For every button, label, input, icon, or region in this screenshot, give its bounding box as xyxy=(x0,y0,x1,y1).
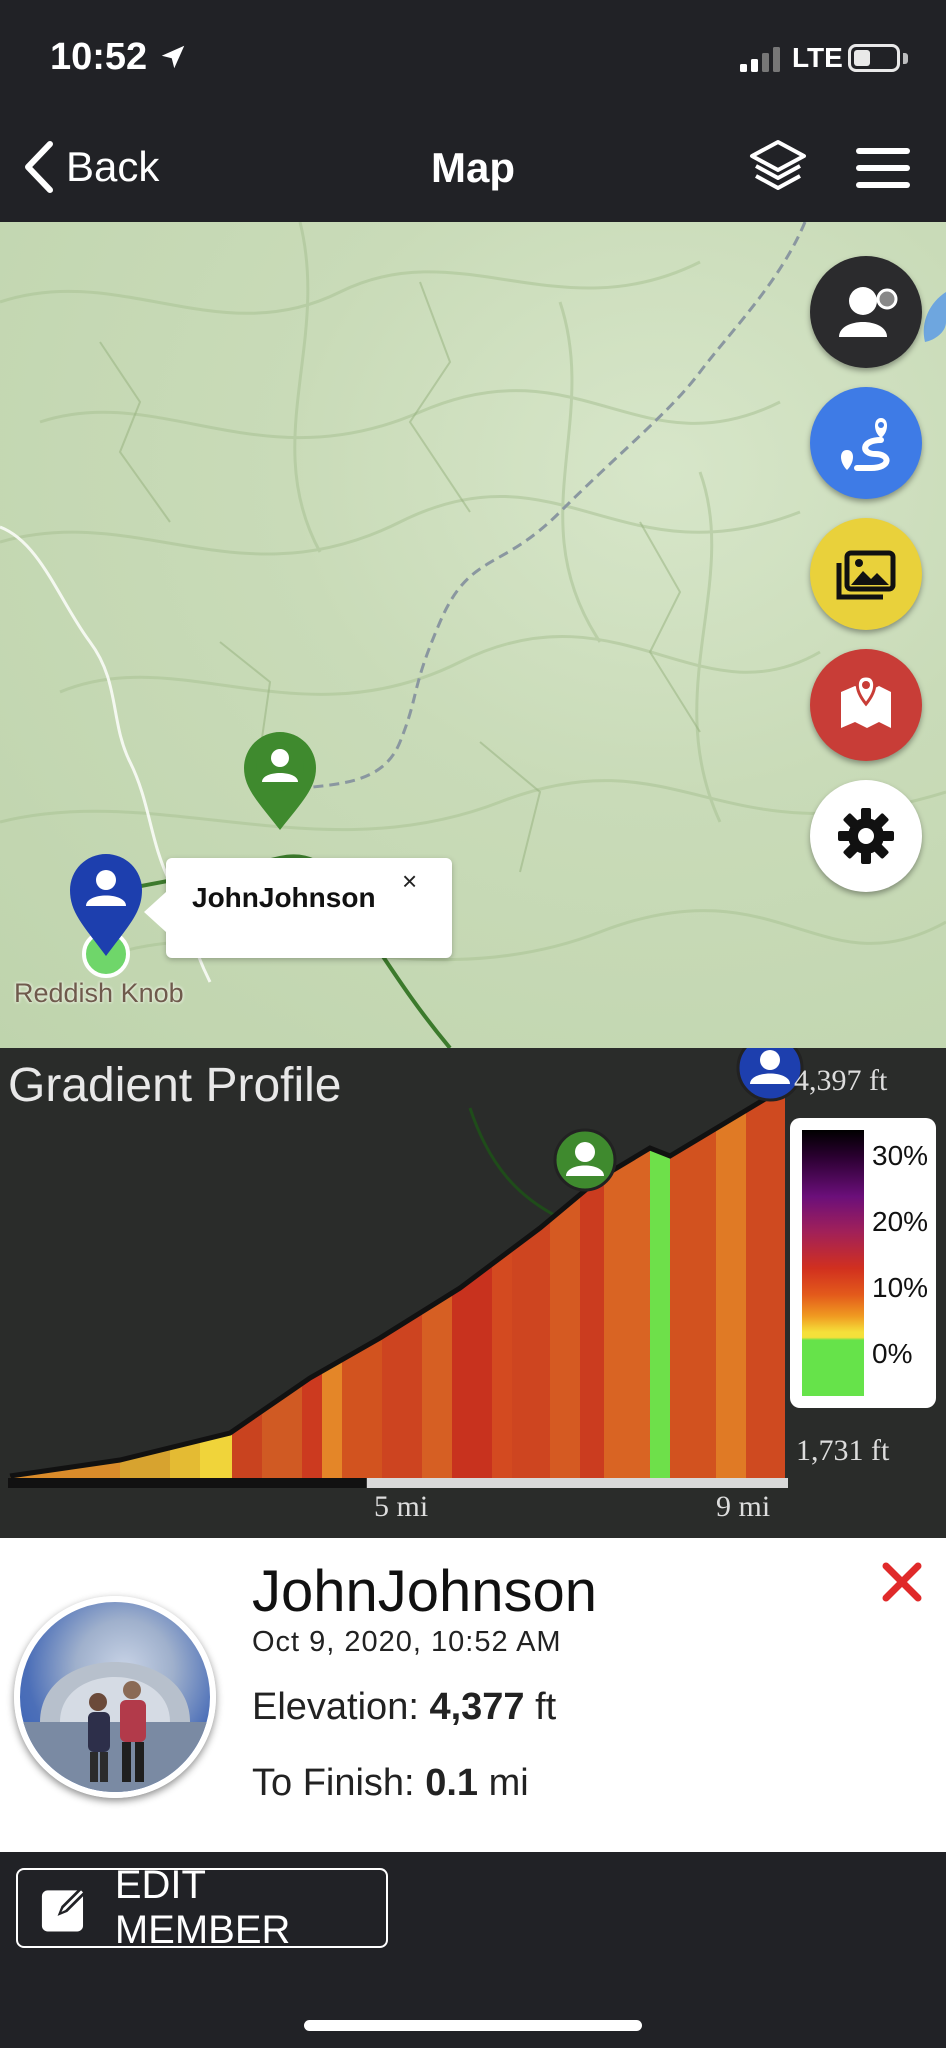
nav-bar: Back Map xyxy=(0,120,946,222)
distance-tick-9: 9 mi xyxy=(716,1490,771,1523)
route-button[interactable] xyxy=(810,387,922,499)
gradient-legend: 30% 20% 10% 0% xyxy=(790,1118,936,1408)
map-marker-icon xyxy=(841,674,891,728)
place-label: Reddish Knob xyxy=(14,978,184,1008)
status-bar: 10:52 LTE xyxy=(0,0,946,120)
settings-button[interactable] xyxy=(810,780,922,892)
profile-member-marker-green xyxy=(553,1128,617,1192)
legend-label-0: 0% xyxy=(872,1338,913,1369)
member-pin-green xyxy=(244,732,316,830)
map-view[interactable]: Reddish Knob JohnJohnson × xyxy=(0,222,946,1048)
edit-icon xyxy=(41,1886,87,1932)
bottom-bar: EDIT MEMBER xyxy=(0,1852,946,2048)
location-arrow-icon xyxy=(161,45,185,69)
person-icon xyxy=(839,287,898,337)
status-time: 10:52 xyxy=(50,36,148,78)
edit-member-label: EDIT MEMBER xyxy=(114,1863,291,1952)
home-indicator xyxy=(304,2020,642,2031)
member-to-finish: To Finish: 0.1 mi xyxy=(252,1762,529,1805)
photos-icon xyxy=(836,550,896,600)
elevation-unit: ft xyxy=(535,1686,557,1728)
menu-icon[interactable] xyxy=(856,148,910,188)
legend-label-20: 20% xyxy=(872,1206,929,1237)
elevation-min-label: 1,731 ft xyxy=(796,1434,890,1467)
elevation-label: Elevation: xyxy=(252,1686,419,1728)
network-label: LTE xyxy=(792,42,843,73)
popup-member-name: JohnJohnson xyxy=(192,882,376,913)
member-timestamp: Oct 9, 2020, 10:52 AM xyxy=(252,1626,562,1658)
battery-icon xyxy=(848,44,900,72)
gear-icon xyxy=(838,808,894,864)
edit-member-button[interactable]: EDIT MEMBER xyxy=(16,1863,388,1952)
profile-title: Gradient Profile xyxy=(8,1059,342,1112)
photos-button[interactable] xyxy=(810,518,922,630)
profile-member-marker-blue xyxy=(736,1048,804,1102)
route-icon xyxy=(841,418,890,471)
gradient-profile[interactable]: Gradient Profile 4,397 ft 1,731 ft 5 mi … xyxy=(0,1048,946,1538)
battery-tip xyxy=(903,53,908,64)
member-name: JohnJohnson xyxy=(252,1559,598,1624)
member-popup[interactable]: JohnJohnson × xyxy=(144,858,452,958)
legend-color-bar xyxy=(802,1130,864,1396)
elevation-max-label: 4,397 ft xyxy=(794,1064,888,1097)
distance-tick-5: 5 mi xyxy=(374,1490,429,1523)
signal-icon xyxy=(740,47,780,72)
legend-label-10: 10% xyxy=(872,1272,929,1303)
member-elevation: Elevation: 4,377 ft xyxy=(252,1686,556,1729)
member-pin-blue xyxy=(70,854,142,956)
avatar xyxy=(14,1596,216,1798)
map-markers-button[interactable] xyxy=(810,649,922,761)
close-icon[interactable] xyxy=(880,1560,924,1604)
layers-icon[interactable] xyxy=(746,136,810,200)
avatar-photo xyxy=(20,1662,210,1792)
finish-value: 0.1 xyxy=(425,1762,479,1804)
elevation-value: 4,377 xyxy=(429,1686,525,1728)
legend-label-30: 30% xyxy=(872,1140,929,1171)
member-info-panel: JohnJohnson Oct 9, 2020, 10:52 AM Elevat… xyxy=(0,1538,946,1852)
finish-label: To Finish: xyxy=(252,1762,415,1804)
progress-fill xyxy=(8,1478,367,1488)
popup-close-button[interactable]: × xyxy=(402,866,417,897)
terrain-layer xyxy=(0,222,946,1048)
finish-unit: mi xyxy=(488,1762,529,1804)
member-view-button[interactable] xyxy=(810,256,922,368)
